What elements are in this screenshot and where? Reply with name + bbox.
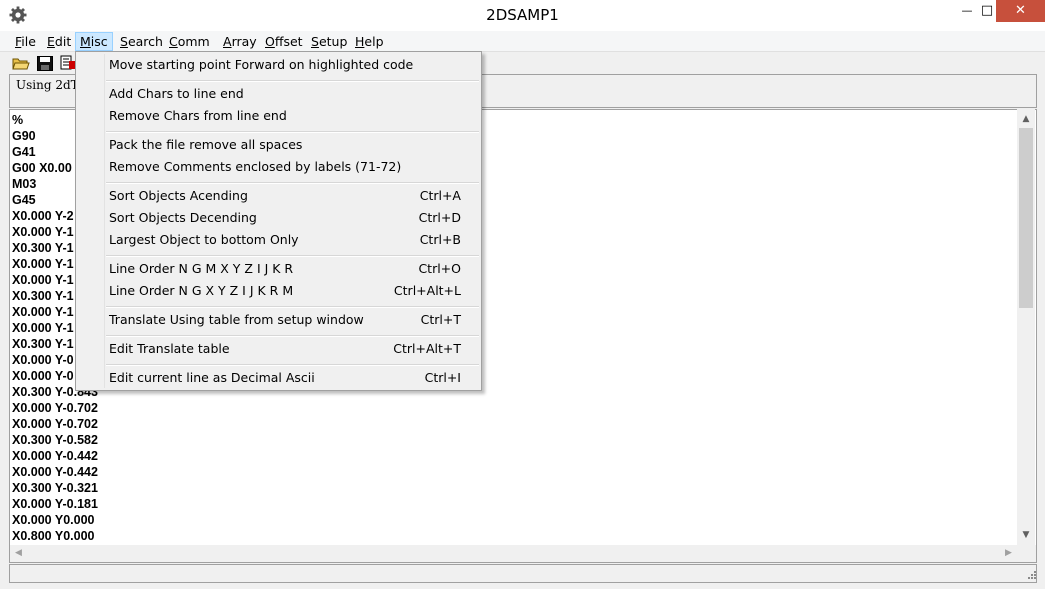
menu-item-pack-file[interactable]: Pack the file remove all spaces — [109, 135, 461, 155]
close-icon: ✕ — [1015, 3, 1026, 18]
menu-misc-key: M — [80, 34, 91, 49]
menu-setup-label: etup — [318, 34, 348, 49]
menu-file[interactable]: File — [15, 33, 36, 51]
menu-array-key: A — [223, 34, 232, 49]
menu-item-label: Sort Objects Decending — [109, 210, 257, 225]
menu-item-label: Move starting point Forward on highlight… — [109, 57, 414, 72]
menu-item-sort-decending[interactable]: Sort Objects Decending Ctrl+D — [109, 208, 461, 228]
menu-item-label: Add Chars to line end — [109, 86, 244, 101]
menu-item-label: Line Order N G M X Y Z I J K R — [109, 261, 294, 276]
menu-item-label: Edit current line as Decimal Ascii — [109, 370, 315, 385]
minimize-icon: — — [961, 4, 973, 17]
menu-search[interactable]: Search — [120, 33, 163, 51]
menu-help-label: elp — [364, 34, 384, 49]
menu-help-key: H — [355, 34, 365, 49]
menu-item-edit-translate-table[interactable]: Edit Translate table Ctrl+Alt+T — [109, 339, 461, 359]
save-disk-icon[interactable] — [36, 55, 54, 72]
menu-item-edit-decimal-ascii[interactable]: Edit current line as Decimal Ascii Ctrl+I — [109, 368, 461, 388]
menu-help[interactable]: Help — [355, 33, 384, 51]
vertical-scroll-thumb[interactable] — [1019, 128, 1033, 308]
menu-comm[interactable]: Comm — [169, 33, 210, 51]
code-line[interactable]: X0.000 Y0.000 — [12, 512, 98, 528]
menu-bar: File Edit Misc Search Comm Array Offset … — [0, 31, 1045, 52]
code-line[interactable]: X0.000 Y-0.442 — [12, 464, 98, 480]
close-button[interactable]: ✕ — [996, 0, 1045, 22]
code-line[interactable]: X0.000 Y-0.181 — [12, 496, 98, 512]
menu-comm-key: C — [169, 34, 178, 49]
menu-offset[interactable]: Offset — [265, 33, 303, 51]
menu-separator — [106, 335, 479, 337]
menu-item-add-chars[interactable]: Add Chars to line end — [109, 84, 461, 104]
menu-misc-label: isc — [90, 34, 108, 49]
menu-gutter — [104, 54, 105, 388]
menu-item-shortcut: Ctrl+Alt+T — [393, 341, 461, 356]
code-line[interactable]: X0.300 Y-0.321 — [12, 480, 98, 496]
code-line[interactable]: X0.300 Y-0.582 — [12, 432, 98, 448]
scroll-left-icon[interactable]: ◀ — [10, 545, 27, 562]
menu-comm-label: omm — [177, 34, 210, 49]
scroll-up-icon[interactable]: ▲ — [1017, 110, 1035, 128]
menu-item-sort-acending[interactable]: Sort Objects Acending Ctrl+A — [109, 186, 461, 206]
menu-item-label: Remove Comments enclosed by labels (71-7… — [109, 159, 402, 174]
menu-item-shortcut: Ctrl+I — [424, 370, 461, 385]
menu-file-label: ile — [21, 34, 36, 49]
menu-item-shortcut: Ctrl+D — [418, 210, 461, 225]
menu-item-label: Remove Chars from line end — [109, 108, 287, 123]
menu-setup-key: S — [311, 34, 319, 49]
menu-edit-label: dit — [54, 34, 72, 49]
maximize-icon: □ — [980, 3, 994, 18]
menu-separator — [106, 255, 479, 257]
menu-separator — [106, 182, 479, 184]
code-line[interactable]: X0.000 Y-0.702 — [12, 400, 98, 416]
menu-item-label: Translate Using table from setup window — [109, 312, 364, 327]
menu-edit-key: E — [47, 34, 55, 49]
menu-item-label: Edit Translate table — [109, 341, 230, 356]
misc-dropdown-menu: Move starting point Forward on highlight… — [75, 51, 482, 391]
menu-item-translate-table[interactable]: Translate Using table from setup window C… — [109, 310, 461, 330]
menu-item-remove-comments[interactable]: Remove Comments enclosed by labels (71-7… — [109, 157, 461, 177]
menu-item-shortcut: Ctrl+O — [418, 261, 461, 276]
window-title: 2DSAMP1 — [486, 6, 559, 24]
menu-separator — [106, 131, 479, 133]
horizontal-scrollbar[interactable] — [9, 545, 1037, 563]
menu-item-remove-chars[interactable]: Remove Chars from line end — [109, 106, 461, 126]
status-bar — [9, 564, 1037, 583]
menu-item-label: Pack the file remove all spaces — [109, 137, 303, 152]
menu-item-shortcut: Ctrl+Alt+L — [393, 283, 461, 298]
menu-separator — [106, 364, 479, 366]
code-line[interactable]: X0.800 Y0.000 — [12, 528, 98, 544]
menu-item-line-order-ngm[interactable]: Line Order N G M X Y Z I J K R Ctrl+O — [109, 259, 461, 279]
menu-misc[interactable]: Misc — [75, 32, 113, 51]
menu-separator — [106, 80, 479, 82]
menu-item-label: Largest Object to bottom Only — [109, 232, 299, 247]
resize-grip-icon[interactable] — [1025, 570, 1037, 582]
scroll-down-icon[interactable]: ▼ — [1017, 526, 1035, 544]
menu-setup[interactable]: Setup — [311, 33, 347, 51]
menu-edit[interactable]: Edit — [47, 33, 71, 51]
code-line[interactable]: X0.000 Y-0.702 — [12, 416, 98, 432]
menu-item-move-starting-point[interactable]: Move starting point Forward on highlight… — [109, 55, 461, 75]
code-line[interactable]: X0.000 Y-0.442 — [12, 448, 98, 464]
menu-separator — [106, 306, 479, 308]
maximize-button[interactable]: □ — [978, 0, 996, 22]
menu-search-label: earch — [127, 34, 163, 49]
menu-array[interactable]: Array — [223, 33, 257, 51]
menu-array-label: rray — [231, 34, 257, 49]
menu-item-label: Line Order N G X Y Z I J K R M — [109, 283, 294, 298]
menu-item-shortcut: Ctrl+T — [420, 312, 461, 327]
menu-item-shortcut: Ctrl+A — [419, 188, 461, 203]
menu-item-line-order-ngx[interactable]: Line Order N G X Y Z I J K R M Ctrl+Alt+L — [109, 281, 461, 301]
menu-item-label: Sort Objects Acending — [109, 188, 248, 203]
menu-offset-label: ffset — [274, 34, 303, 49]
scroll-right-icon[interactable]: ▶ — [1000, 545, 1017, 562]
open-folder-icon[interactable] — [12, 55, 30, 72]
menu-item-shortcut: Ctrl+B — [419, 232, 461, 247]
menu-offset-key: O — [265, 34, 275, 49]
title-bar: 2DSAMP1 — □ ✕ — [0, 0, 1045, 31]
menu-item-largest-object[interactable]: Largest Object to bottom Only Ctrl+B — [109, 230, 461, 250]
menu-search-key: S — [120, 34, 128, 49]
